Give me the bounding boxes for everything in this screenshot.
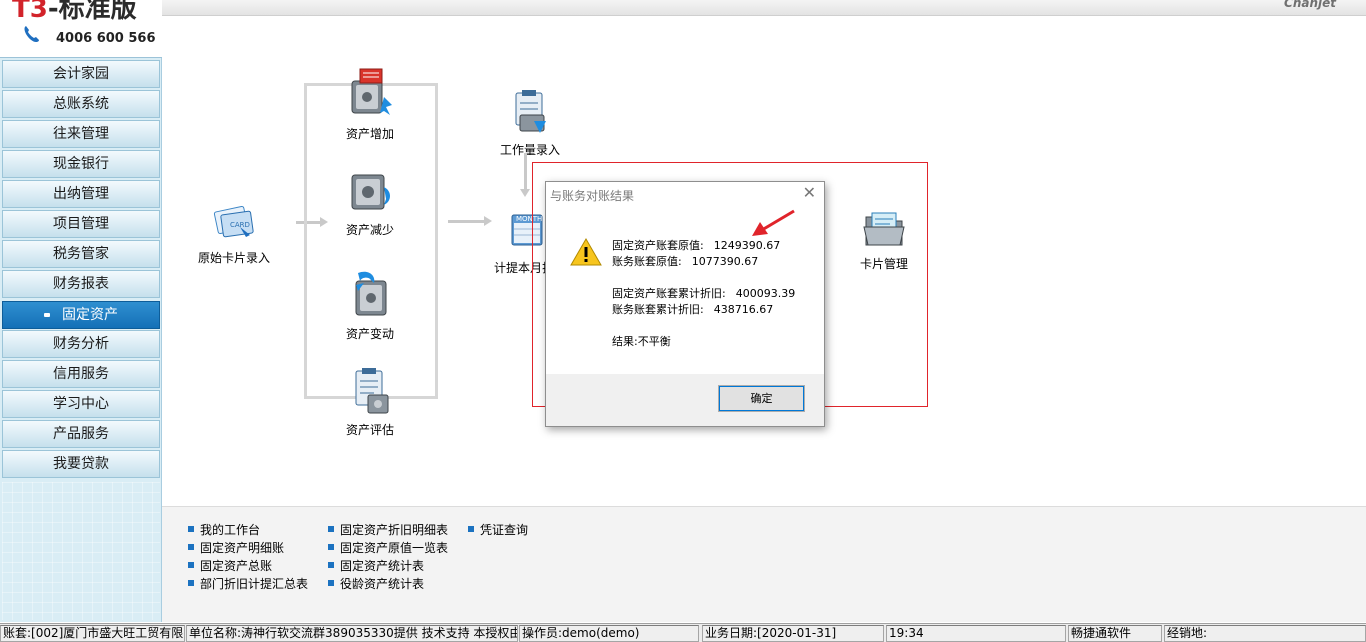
fa-depreciation-row: 固定资产账套累计折旧: 400093.39	[612, 287, 796, 300]
fa-original-value: 1249390.67	[713, 239, 781, 252]
link-dept-depreciation-summary[interactable]: 部门折旧计提汇总表	[188, 575, 308, 592]
reconcile-result: 结果:不平衡	[612, 335, 671, 348]
asset-add[interactable]: 资产增加	[334, 67, 406, 142]
bullet-icon	[328, 562, 334, 568]
sidebar-item-cash-bank[interactable]: 现金银行	[2, 150, 160, 178]
gl-original-value: 1077390.67	[691, 255, 759, 268]
gl-original-row: 账务账套原值: 1077390.67	[612, 255, 759, 268]
asset-change-icon	[355, 271, 387, 316]
bullet-icon	[188, 544, 194, 550]
sidebar-item-accounting-home[interactable]: 会计家园	[2, 60, 160, 88]
bullet-icon	[188, 562, 194, 568]
sidebar-item-receivables[interactable]: 往来管理	[2, 120, 160, 148]
sidebar-item-product-service[interactable]: 产品服务	[2, 420, 160, 448]
active-bullet-icon	[44, 313, 50, 317]
sidebar-item-cashier[interactable]: 出纳管理	[2, 180, 160, 208]
sidebar-item-loan[interactable]: 我要贷款	[2, 450, 160, 478]
bullet-icon	[328, 544, 334, 550]
warning-icon	[570, 238, 602, 266]
gl-depreciation-row: 账务账套累计折旧: 438716.67	[612, 303, 774, 316]
bullet-icon	[328, 580, 334, 586]
asset-reduce-icon	[351, 174, 390, 210]
asset-reduce[interactable]: 资产减少	[334, 167, 406, 238]
asset-change[interactable]: 资产变动	[334, 269, 406, 342]
status-dealer: 经销地:	[1164, 625, 1366, 642]
bullet-icon	[328, 526, 334, 532]
status-unit: 单位名称:涛神行软交流群389035330提供 技术支持 本授权由:	[186, 625, 518, 642]
fa-depreciation-value: 400093.39	[735, 287, 796, 300]
flow-arrow-down	[520, 153, 530, 197]
sidebar-item-projects[interactable]: 项目管理	[2, 210, 160, 238]
bullet-icon	[468, 526, 474, 532]
dialog-footer: 确定	[546, 374, 824, 426]
sidebar-item-credit[interactable]: 信用服务	[2, 360, 160, 388]
sidebar-item-reports[interactable]: 财务报表	[2, 270, 160, 298]
phone-icon	[24, 26, 39, 42]
ok-button[interactable]: 确定	[718, 385, 805, 412]
card-entry-icon: CARD	[213, 205, 254, 238]
flow-arrow	[448, 216, 492, 226]
asset-evaluate[interactable]: 资产评估	[334, 365, 406, 438]
link-fa-detail-ledger[interactable]: 固定资产明细账	[188, 539, 284, 556]
link-my-workbench[interactable]: 我的工作台	[188, 521, 260, 538]
sidebar-item-fixed-assets[interactable]: 固定资产	[2, 301, 160, 329]
workload-entry[interactable]: 工作量录入	[492, 87, 568, 158]
bullet-icon	[188, 580, 194, 586]
brand-title: T3-标准版	[12, 0, 137, 24]
status-vendor: 畅捷通软件	[1068, 625, 1162, 642]
sidebar-item-analysis[interactable]: 财务分析	[2, 330, 160, 358]
quick-links-panel: 我的工作台 固定资产明细账 固定资产总账 部门折旧计提汇总表 固定资产折旧明细表…	[162, 506, 1366, 622]
status-operator: 操作员:demo(demo)	[519, 625, 699, 642]
link-asset-age-statistics[interactable]: 役龄资产统计表	[328, 575, 424, 592]
asset-add-icon	[351, 68, 392, 115]
gl-depreciation-value: 438716.67	[713, 303, 774, 316]
link-fa-depreciation-detail[interactable]: 固定资产折旧明细表	[328, 521, 448, 538]
link-fa-original-value-list[interactable]: 固定资产原值一览表	[328, 539, 448, 556]
link-voucher-query[interactable]: 凭证查询	[468, 521, 528, 538]
original-card-entry[interactable]: CARD 原始卡片录入	[182, 197, 286, 266]
sidebar-background	[2, 482, 160, 620]
dialog-title: 与账务对账结果	[550, 189, 635, 203]
top-menu-bar: Chanjet	[162, 0, 1366, 16]
workload-entry-icon	[515, 90, 546, 133]
red-arrow-annotation	[752, 209, 795, 236]
sidebar-item-learning[interactable]: 学习中心	[2, 390, 160, 418]
close-icon[interactable]: ✕	[803, 183, 816, 202]
vendor-logo: Chanjet	[1284, 0, 1336, 10]
bullet-icon	[188, 526, 194, 532]
support-phone: 4006 600 566	[56, 31, 156, 46]
status-account: 账套:[002]厦门市盛大旺工贸有限	[0, 625, 185, 642]
svg-text:CARD: CARD	[230, 221, 250, 229]
status-business-date: 业务日期:[2020-01-31]	[702, 625, 884, 642]
link-fa-statistics[interactable]: 固定资产统计表	[328, 557, 424, 574]
status-time: 19:34	[886, 625, 1066, 642]
sidebar-item-general-ledger[interactable]: 总账系统	[2, 90, 160, 118]
status-bar: 账套:[002]厦门市盛大旺工贸有限 单位名称:涛神行软交流群389035330…	[0, 623, 1366, 642]
sidebar-item-tax[interactable]: 税务管家	[2, 240, 160, 268]
sidebar: T3-标准版 4006 600 566 会计家园 总账系统 往来管理 现金银行 …	[0, 0, 162, 622]
asset-evaluate-icon	[355, 368, 389, 414]
link-fa-general-ledger[interactable]: 固定资产总账	[188, 557, 272, 574]
product-logo: T3-标准版 4006 600 566	[0, 0, 162, 58]
